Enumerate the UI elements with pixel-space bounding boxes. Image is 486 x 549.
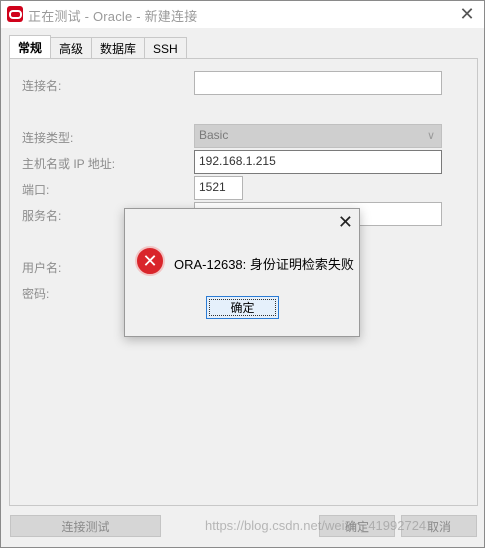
username-label: 用户名:: [22, 261, 62, 275]
connection-name-input[interactable]: [194, 71, 442, 95]
host-label: 主机名或 IP 地址:: [22, 157, 116, 171]
port-input[interactable]: 1521: [194, 176, 243, 200]
port-label: 端口:: [22, 183, 50, 197]
window-title: 正在测试 - Oracle - 新建连接: [28, 9, 198, 24]
error-icon: ✕: [135, 246, 165, 276]
host-input[interactable]: 192.168.1.215: [194, 150, 442, 174]
title-bar[interactable]: 正在测试 - Oracle - 新建连接 ✕: [1, 1, 484, 28]
connection-type-select[interactable]: Basic ∨: [194, 124, 442, 148]
test-connection-button[interactable]: 连接测试: [10, 515, 161, 537]
oracle-icon: [7, 6, 23, 22]
password-label: 密码:: [22, 287, 50, 301]
close-icon[interactable]: ✕: [456, 3, 478, 25]
tab-general[interactable]: 常规: [9, 35, 52, 59]
service-name-label: 服务名:: [22, 209, 62, 223]
chevron-down-icon: ∨: [426, 130, 435, 142]
watermark: https://blog.csdn.net/weixin_41992724: [205, 518, 427, 533]
connection-type-value: Basic: [199, 128, 229, 142]
connection-type-label: 连接类型:: [22, 131, 74, 145]
tab-bar: 常规 高级 数据库 SSH: [9, 35, 187, 59]
tab-ssh[interactable]: SSH: [144, 37, 187, 59]
dialog-ok-button[interactable]: 确定: [206, 296, 279, 319]
connection-name-label: 连接名:: [22, 79, 62, 93]
tab-database[interactable]: 数据库: [91, 37, 146, 59]
close-icon[interactable]: ✕: [338, 212, 353, 233]
error-message: ORA-12638: 身份证明检索失败: [174, 257, 354, 272]
tab-advanced[interactable]: 高级: [50, 37, 93, 59]
error-dialog: ✕ ✕ ORA-12638: 身份证明检索失败 确定: [124, 208, 360, 337]
